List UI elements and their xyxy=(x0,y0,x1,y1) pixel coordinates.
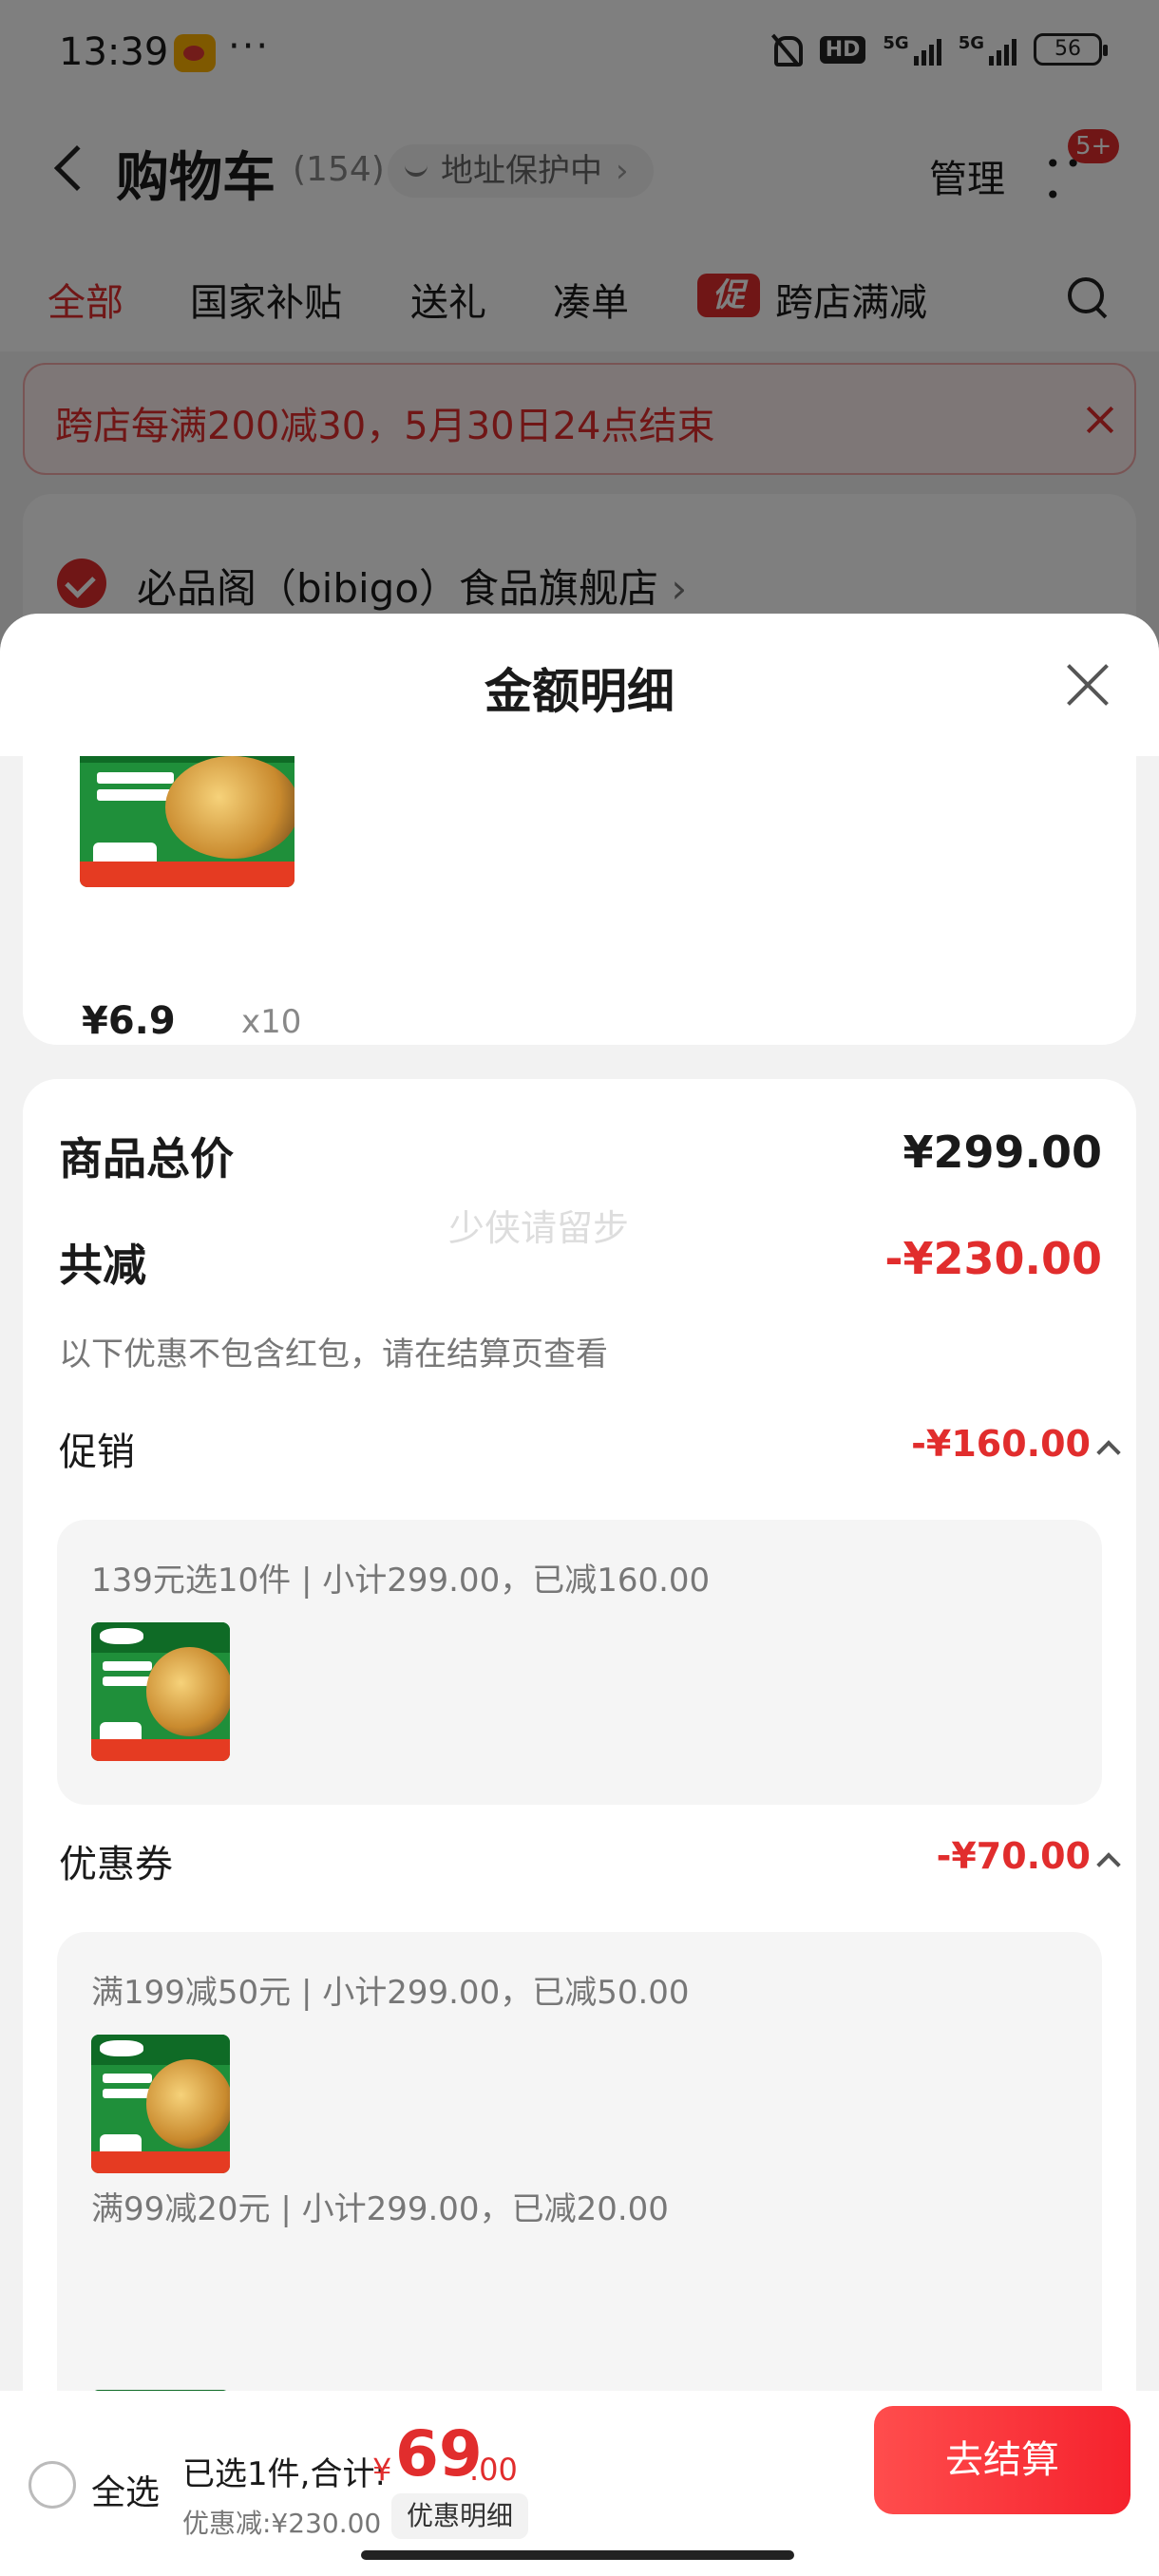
total-currency: ¥ xyxy=(372,2452,392,2488)
home-indicator[interactable] xyxy=(361,2550,794,2560)
checkout-button[interactable]: 去结算 xyxy=(874,2406,1130,2514)
total-reduction-label: 共减 xyxy=(59,1240,146,1291)
total-price-value: ¥299.00 xyxy=(902,1127,1102,1178)
amount-detail-sheet: 金额明细 ¥6.9 x10 商品总价 ¥299.00 少侠请留步 共减 -¥23… xyxy=(0,614,1159,2391)
chevron-up-icon[interactable] xyxy=(1096,1440,1121,1465)
promotion-value[interactable]: -¥160.00 xyxy=(911,1423,1091,1465)
watermark-text: 少侠请留步 xyxy=(448,1207,630,1249)
coupon-detail-box: 满199减50元 | 小计299.00，已减50.00 满99减20元 | 小计… xyxy=(57,1932,1102,2391)
sheet-header: 金额明细 xyxy=(0,614,1159,756)
cart-page: 13:39 ··· HD 5G 5G 56 购物车 (154) 地址保护中 管理… xyxy=(0,0,1159,2576)
product-thumbnail xyxy=(91,1622,230,1761)
selected-summary-text: 已选1件,合计: xyxy=(182,2455,386,2493)
select-all-label[interactable]: 全选 xyxy=(91,2465,160,2514)
promotion-label: 促销 xyxy=(59,1430,135,1474)
amount-summary-card: 商品总价 ¥299.00 少侠请留步 共减 -¥230.00 以下优惠不包含红包… xyxy=(23,1079,1136,2391)
total-price-label: 商品总价 xyxy=(59,1133,234,1184)
product-thumbnail xyxy=(91,2035,230,2173)
chevron-up-icon[interactable] xyxy=(1096,1852,1121,1877)
close-icon[interactable] xyxy=(1064,661,1112,709)
coupon-detail-text: 满99减20元 | 小计299.00，已减20.00 xyxy=(91,2190,669,2228)
product-quantity: x10 xyxy=(241,1003,302,1041)
discount-note: 以下优惠不包含红包，请在结算页查看 xyxy=(59,1335,608,1373)
coupon-value[interactable]: -¥70.00 xyxy=(937,1835,1091,1877)
sheet-title: 金额明细 xyxy=(484,664,674,719)
promotion-detail-box: 139元选10件 | 小计299.00，已减160.00 xyxy=(57,1520,1102,1805)
discount-summary-text: 优惠减:¥230.00 xyxy=(182,2508,382,2539)
coupon-label: 优惠券 xyxy=(59,1843,173,1886)
promotion-detail-text: 139元选10件 | 小计299.00，已减160.00 xyxy=(91,1562,711,1600)
coupon-detail-text: 满199减50元 | 小计299.00，已减50.00 xyxy=(91,1974,690,2012)
product-price: ¥6.9 xyxy=(82,999,176,1043)
checkout-bar: 全选 已选1件,合计: ¥ 69 .00 优惠减:¥230.00 优惠明细 去结… xyxy=(0,2391,1159,2576)
select-all-checkbox[interactable] xyxy=(28,2461,76,2509)
total-reduction-value: -¥230.00 xyxy=(884,1233,1102,1284)
discount-detail-button[interactable]: 优惠明细 xyxy=(391,2493,529,2539)
total-decimal: .00 xyxy=(469,2452,518,2488)
